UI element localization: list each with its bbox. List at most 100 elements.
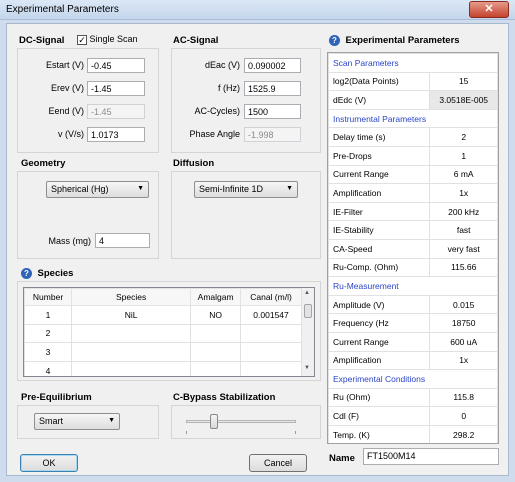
- species-scrollbar[interactable]: ▲ ▼: [301, 288, 314, 376]
- ac-field-input[interactable]: 0.090002: [244, 58, 301, 73]
- name-label: Name: [329, 453, 355, 464]
- param-value[interactable]: 0: [429, 406, 498, 426]
- title-bar: Experimental Parameters ✕: [0, 0, 515, 20]
- dc-field-input[interactable]: -1.45: [87, 81, 145, 96]
- ac-field-input[interactable]: 1500: [244, 104, 301, 119]
- help-icon[interactable]: ?: [329, 35, 340, 47]
- param-name: Ru-Comp. (Ohm): [328, 257, 431, 278]
- param-value[interactable]: 600 uA: [429, 331, 498, 352]
- param-value[interactable]: 6 mA: [429, 164, 498, 185]
- table-row[interactable]: Amplitude (V) 0.015: [328, 294, 498, 315]
- dc-field-label: Eend (V): [48, 106, 84, 116]
- diffusion-title: Diffusion: [173, 158, 215, 169]
- species-cell[interactable]: NO: [190, 305, 242, 325]
- cbypass-slider-track[interactable]: [186, 420, 296, 423]
- param-value[interactable]: 1: [429, 145, 498, 166]
- single-scan-label: Single Scan: [89, 34, 138, 44]
- name-input[interactable]: FT1500M14: [363, 448, 499, 465]
- param-value[interactable]: 2: [429, 127, 498, 147]
- dc-field-input: -1.45: [87, 104, 145, 119]
- table-row[interactable]: Ru (Ohm) 115.8: [328, 387, 498, 408]
- param-value[interactable]: 15: [429, 71, 498, 92]
- help-icon[interactable]: ?: [21, 268, 32, 280]
- species-cell[interactable]: [71, 342, 192, 362]
- species-cell[interactable]: [240, 360, 302, 376]
- ok-button[interactable]: OK: [20, 454, 78, 472]
- table-row[interactable]: IE-Filter 200 kHz: [328, 201, 498, 222]
- table-row[interactable]: Pre-Drops 1: [328, 145, 498, 166]
- species-cell[interactable]: 3: [24, 342, 73, 362]
- table-row[interactable]: IE-Stability fast: [328, 220, 498, 240]
- species-cell[interactable]: [190, 323, 242, 344]
- table-row[interactable]: Amplification 1x: [328, 350, 498, 371]
- table-row[interactable]: Amplification 1x: [328, 183, 498, 203]
- species-cell[interactable]: [71, 323, 192, 344]
- table-row[interactable]: Ru-Comp. (Ohm) 115.66: [328, 257, 498, 278]
- species-column-header: Number: [24, 288, 73, 306]
- species-table: Number Species Amalgam Canal (m/l) 1 NiL NO 0.0…: [24, 288, 302, 376]
- ac-field-label: f (Hz): [218, 83, 240, 93]
- dc-field-input[interactable]: -0.45: [87, 58, 145, 73]
- geometry-selected-value: Spherical (Hg): [51, 184, 109, 194]
- cbypass-title: C-Bypass Stabilization: [173, 392, 276, 403]
- geometry-select[interactable]: Spherical (Hg) ▼: [46, 181, 149, 198]
- pre-equilibrium-selected-value: Smart: [39, 416, 64, 426]
- param-name: Amplification: [328, 350, 431, 371]
- table-row[interactable]: 1 NiL NO 0.001547: [24, 305, 302, 325]
- pre-equilibrium-select[interactable]: Smart ▼: [34, 413, 120, 430]
- param-value[interactable]: 115.66: [429, 257, 498, 278]
- param-value[interactable]: 298.2: [429, 424, 498, 443]
- table-row[interactable]: Current Range 6 mA: [328, 164, 498, 185]
- mass-input[interactable]: 4: [95, 233, 150, 248]
- table-row[interactable]: 3: [24, 342, 302, 362]
- param-value[interactable]: very fast: [429, 238, 498, 259]
- ac-field-input[interactable]: 1525.9: [244, 81, 301, 96]
- param-value[interactable]: 1x: [429, 183, 498, 203]
- species-cell[interactable]: 4: [24, 360, 73, 376]
- table-row[interactable]: CA-Speed very fast: [328, 238, 498, 259]
- table-row[interactable]: Temp. (K) 298.2: [328, 424, 498, 443]
- dc-field-input[interactable]: 1.0173: [87, 127, 145, 142]
- scrollbar-thumb[interactable]: [304, 304, 312, 318]
- table-row[interactable]: Frequency (Hz 18750: [328, 313, 498, 333]
- param-value[interactable]: 1x: [429, 350, 498, 371]
- param-value[interactable]: fast: [429, 220, 498, 240]
- diffusion-select[interactable]: Semi-Infinite 1D ▼: [194, 181, 298, 198]
- species-cell[interactable]: 2: [24, 323, 73, 344]
- dc-field-label: v (V/s): [58, 129, 84, 139]
- species-cell[interactable]: [190, 342, 242, 362]
- table-row[interactable]: Delay time (s) 2: [328, 127, 498, 147]
- table-row[interactable]: Current Range 600 uA: [328, 331, 498, 352]
- close-button[interactable]: ✕: [469, 1, 509, 18]
- table-row[interactable]: 2: [24, 323, 302, 344]
- table-row[interactable]: log2(Data Points) 15: [328, 71, 498, 92]
- params-section-header: Scan Parameters: [328, 53, 498, 73]
- param-name: Ru (Ohm): [328, 387, 431, 408]
- param-name: IE-Filter: [328, 201, 431, 222]
- species-cell[interactable]: [71, 360, 192, 376]
- checkmark-icon: ✓: [77, 34, 87, 45]
- param-value[interactable]: 3.0518E-005: [429, 90, 498, 110]
- param-value[interactable]: 200 kHz: [429, 201, 498, 222]
- species-cell[interactable]: 0.001547: [240, 305, 302, 325]
- table-row[interactable]: 4: [24, 360, 302, 376]
- cancel-button[interactable]: Cancel: [249, 454, 307, 472]
- species-cell[interactable]: NiL: [71, 305, 192, 325]
- ac-signal-title: AC-Signal: [173, 35, 219, 46]
- species-cell[interactable]: 1: [24, 305, 73, 325]
- table-row[interactable]: dEdc (V) 3.0518E-005: [328, 90, 498, 110]
- param-name: Amplitude (V): [328, 294, 431, 315]
- species-cell[interactable]: [190, 360, 242, 376]
- param-value[interactable]: 0.015: [429, 294, 498, 315]
- species-header: ? Species: [21, 268, 73, 280]
- dropdown-arrow-icon: ▼: [286, 185, 293, 192]
- table-row[interactable]: Cdl (F) 0: [328, 406, 498, 426]
- species-cell[interactable]: [240, 342, 302, 362]
- scroll-up-icon[interactable]: ▲: [304, 290, 310, 296]
- param-value[interactable]: 115.8: [429, 387, 498, 408]
- species-cell[interactable]: [240, 323, 302, 344]
- scroll-down-icon[interactable]: ▼: [304, 365, 310, 371]
- param-value[interactable]: 18750: [429, 313, 498, 333]
- cbypass-slider-thumb[interactable]: [209, 414, 218, 429]
- single-scan-checkbox[interactable]: ✓ Single Scan: [77, 34, 138, 45]
